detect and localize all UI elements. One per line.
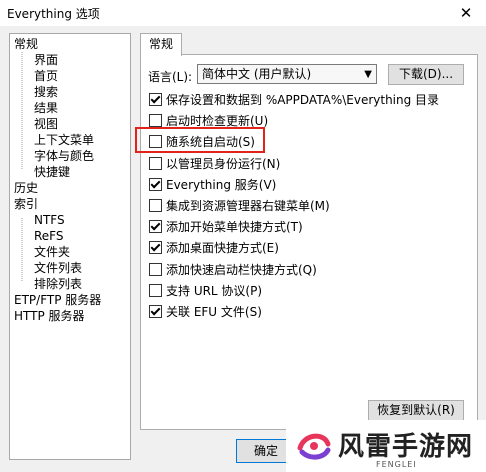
option-checkbox-row[interactable]: 支持 URL 协议(P) [149,283,262,299]
options-tree: 常规 界面 首页 搜索 结果 视图 上下文菜单 字体与颜色 快捷键 历史 索引 NTFS ReFS 文件夹… [9,33,131,460]
tree-item[interactable]: 字体与颜色 [34,148,94,164]
fenglei-logo-icon [297,433,331,460]
checkbox[interactable] [149,156,162,170]
tree-item[interactable]: 常规 [14,36,38,52]
tree-item[interactable]: 文件列表 [34,260,82,276]
option-label: 添加快速启动栏快捷方式(Q) [166,262,317,277]
checkbox[interactable] [149,220,162,234]
restore-defaults-button[interactable]: 恢复到默认(R) [368,400,464,421]
tree-item[interactable]: NTFS [34,212,65,228]
option-label: 支持 URL 协议(P) [166,283,263,298]
tree-item[interactable]: ReFS [34,228,64,244]
language-label: 语言(L): [148,70,193,84]
language-value: 简体中文 (用户默认) [202,67,312,81]
language-select[interactable]: 简体中文 (用户默认) ▼ [197,64,377,84]
title-bar: Everything 选项 ✕ [0,0,486,26]
option-label: 添加开始菜单快捷方式(T) [166,220,303,235]
option-label: 关联 EFU 文件(S) [166,305,262,319]
checkbox[interactable] [149,241,162,255]
tab-general[interactable]: 常规 [140,33,182,56]
options-window: Everything 选项 ✕ 常规 界面 首页 搜索 结果 视图 上下文菜单 字体与颜色 快捷… [0,0,486,472]
option-label: 添加桌面快捷方式(E) [166,241,279,256]
option-checkbox-row[interactable]: 添加桌面快捷方式(E) [149,240,279,256]
general-panel: 语言(L): 简体中文 (用户默认) ▼ 下载(D)... 保存设置和数据到 %… [140,54,478,430]
option-label: 集成到资源管理器右键菜单(M) [166,199,330,213]
option-checkbox-row[interactable]: 关联 EFU 文件(S) [149,304,262,320]
tree-item[interactable]: 界面 [34,52,58,68]
watermark-subtext: FENGLEI [376,460,417,469]
checkbox[interactable] [149,93,162,106]
option-checkbox-row[interactable]: 保存设置和数据到 %APPDATA%\Everything 目录 [149,92,439,108]
tree-item[interactable]: 首页 [34,68,58,84]
tree-item[interactable]: 结果 [34,100,58,116]
tree-item[interactable]: 上下文菜单 [34,132,94,148]
highlight-box [135,127,265,153]
option-label: 以管理员身份运行(N) [166,156,281,171]
option-checkbox-row[interactable]: 以管理员身份运行(N) [149,156,280,172]
checkbox[interactable] [149,305,162,318]
checkbox[interactable] [149,177,162,191]
chevron-down-icon: ▼ [364,69,372,80]
watermark-text: 风雷手游网 [338,432,474,462]
tree-item[interactable]: 排除列表 [34,276,82,292]
window-title: Everything 选项 [7,7,100,21]
download-button[interactable]: 下载(D)... [388,64,464,85]
checkbox[interactable] [149,114,162,128]
tree-item[interactable]: 索引 [14,196,38,212]
tree-item[interactable]: 搜索 [34,84,58,100]
tree-item[interactable]: ETP/FTP 服务器 [14,292,101,308]
option-checkbox-row[interactable]: 添加快速启动栏快捷方式(Q) [149,262,317,278]
checkbox[interactable] [149,262,162,276]
tree-item[interactable]: 快捷键 [34,164,70,180]
tree-item[interactable]: HTTP 服务器 [14,308,85,324]
tree-item[interactable]: 文件夹 [34,244,70,260]
option-checkbox-row[interactable]: 添加开始菜单快捷方式(T) [149,219,303,235]
watermark: 风雷手游网 FENGLEI [286,420,486,472]
option-label: 保存设置和数据到 %APPDATA%\Everything 目录 [166,93,440,107]
checkbox[interactable] [149,283,162,297]
close-button[interactable]: ✕ [452,2,480,24]
option-label: Everything 服务(V) [166,177,277,192]
tree-item[interactable]: 视图 [34,116,58,132]
option-checkbox-row[interactable]: Everything 服务(V) [149,177,276,193]
checkbox[interactable] [149,199,162,212]
option-checkbox-row[interactable]: 集成到资源管理器右键菜单(M) [149,198,330,214]
tree-item[interactable]: 历史 [14,180,38,196]
